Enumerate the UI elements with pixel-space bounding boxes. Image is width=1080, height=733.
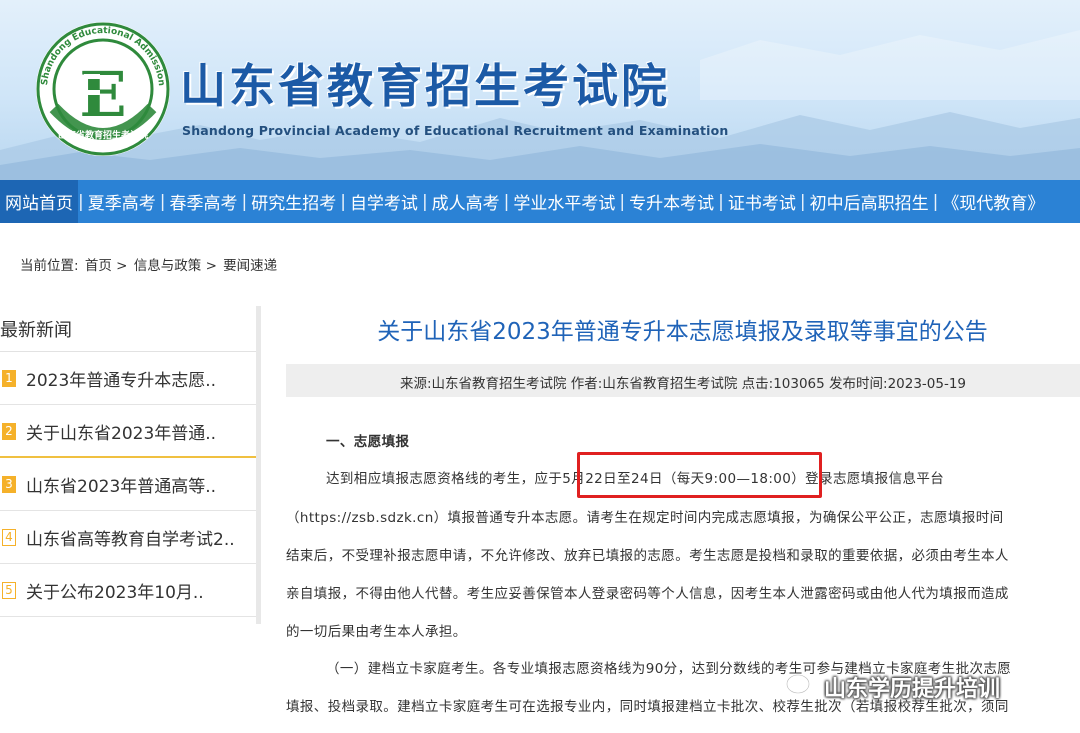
news-number-badge: 1 bbox=[2, 370, 16, 387]
page: { "header": { "site_title": "山东省教育招生考试院"… bbox=[0, 0, 1080, 733]
nav-item-modern-education[interactable]: 《现代教育》 bbox=[938, 180, 1048, 223]
nav-item-home[interactable]: 网站首页 bbox=[0, 180, 78, 223]
nav-separator: | bbox=[799, 191, 806, 212]
news-item-4[interactable]: 4 山东省高等教育自学考试2.. bbox=[0, 511, 256, 564]
sidebar-border bbox=[256, 306, 261, 624]
news-item-label[interactable]: 关于公布2023年10月.. bbox=[26, 578, 204, 603]
breadcrumb-separator: > bbox=[116, 258, 128, 274]
breadcrumb-prefix: 当前位置: bbox=[20, 258, 79, 274]
sidebar-title: 最新新闻 bbox=[0, 320, 72, 341]
news-item-label[interactable]: 山东省2023年普通高等.. bbox=[26, 472, 216, 497]
nav-item-summer-exam[interactable]: 夏季高考 bbox=[84, 180, 160, 223]
news-item-2[interactable]: 2 关于山东省2023年普通.. bbox=[0, 405, 256, 458]
nav-separator: | bbox=[619, 191, 626, 212]
watermark-text: 山东学历提升培训 bbox=[824, 677, 1001, 702]
latest-news-sidebar: 最新新闻 1 2023年普通专升本志愿.. 2 关于山东省2023年普通.. 3… bbox=[0, 306, 262, 626]
nav-item-vocational-admission[interactable]: 初中后高职招生 bbox=[806, 180, 933, 223]
site-subtitle: Shandong Provincial Academy of Education… bbox=[182, 123, 729, 138]
nav-separator: | bbox=[241, 191, 248, 212]
nav-item-spring-exam[interactable]: 春季高考 bbox=[165, 180, 241, 223]
nav-item-upgrade-exam[interactable]: 专升本考试 bbox=[625, 180, 718, 223]
news-number-badge: 2 bbox=[2, 423, 16, 440]
nav-item-graduate-exam[interactable]: 研究生招考 bbox=[247, 180, 340, 223]
header-banner: Shandong Educational Admission & Examina… bbox=[0, 0, 1080, 180]
breadcrumb-separator: > bbox=[205, 258, 217, 274]
article-title: 关于山东省2023年普通专升本志愿填报及录取等事宜的公告 bbox=[377, 319, 988, 345]
nav-item-proficiency-exam[interactable]: 学业水平考试 bbox=[509, 180, 619, 223]
nav-separator: | bbox=[932, 191, 939, 212]
academy-logo: Shandong Educational Admission & Examina… bbox=[34, 20, 170, 156]
news-item-3[interactable]: 3 山东省2023年普通高等.. bbox=[0, 458, 256, 511]
nav-separator: | bbox=[78, 191, 84, 212]
breadcrumb-home[interactable]: 首页 bbox=[85, 258, 112, 274]
body-paragraph-line: 亲自填报，不得由他人代替。考生应妥善保管本人登录密码等个人信息，因考生本人泄露密… bbox=[286, 586, 1009, 602]
article-meta: 来源:山东省教育招生考试院 作者:山东省教育招生考试院 点击:103065 发布… bbox=[399, 376, 967, 392]
news-item-5[interactable]: 5 关于公布2023年10月.. bbox=[0, 564, 256, 617]
main-nav: 网站首页 | 夏季高考 | 春季高考 | 研究生招考 | 自学考试 | 成人高考… bbox=[0, 180, 1080, 223]
news-item-label[interactable]: 山东省高等教育自学考试2.. bbox=[26, 525, 235, 550]
section-heading: 一、志愿填报 bbox=[326, 434, 410, 450]
nav-item-adult-exam[interactable]: 成人高考 bbox=[428, 180, 504, 223]
news-number-badge: 3 bbox=[2, 476, 16, 493]
news-item-1[interactable]: 1 2023年普通专升本志愿.. bbox=[0, 352, 256, 405]
news-number-badge: 5 bbox=[2, 582, 16, 599]
nav-separator: | bbox=[159, 191, 166, 212]
breadcrumb-news[interactable]: 要闻速递 bbox=[223, 258, 277, 274]
body-paragraph-line: 的一切后果由考生本人承担。 bbox=[286, 624, 467, 640]
wechat-icon bbox=[786, 673, 818, 699]
nav-separator: | bbox=[718, 191, 724, 212]
nav-item-self-study-exam[interactable]: 自学考试 bbox=[346, 180, 422, 223]
article-meta-bar: 来源:山东省教育招生考试院 作者:山东省教育招生考试院 点击:103065 发布… bbox=[286, 364, 1080, 397]
watermark: 山东学历提升培训 bbox=[786, 669, 1000, 705]
news-item-label[interactable]: 2023年普通专升本志愿.. bbox=[26, 366, 216, 391]
body-paragraph-line: （https://zsb.sdzk.cn）填报普通专升本志愿。请考生在规定时间内… bbox=[286, 510, 1004, 526]
news-item-label[interactable]: 关于山东省2023年普通.. bbox=[26, 419, 216, 444]
nav-item-certificate-exam[interactable]: 证书考试 bbox=[724, 180, 800, 223]
body-paragraph-line: 结束后，不受理补报志愿申请，不允许修改、放弃已填报的志愿。考生志愿是投档和录取的… bbox=[286, 548, 1009, 564]
nav-separator: | bbox=[421, 191, 428, 212]
nav-separator: | bbox=[340, 191, 346, 212]
breadcrumb: 当前位置: 首页 > 信息与政策 > 要闻速递 bbox=[20, 254, 277, 274]
nav-separator: | bbox=[503, 191, 510, 212]
news-number-badge: 4 bbox=[2, 529, 16, 546]
date-highlight-box bbox=[577, 452, 822, 498]
breadcrumb-info-policy[interactable]: 信息与政策 bbox=[134, 258, 202, 274]
site-title: 山东省教育招生考试院 bbox=[180, 59, 670, 113]
